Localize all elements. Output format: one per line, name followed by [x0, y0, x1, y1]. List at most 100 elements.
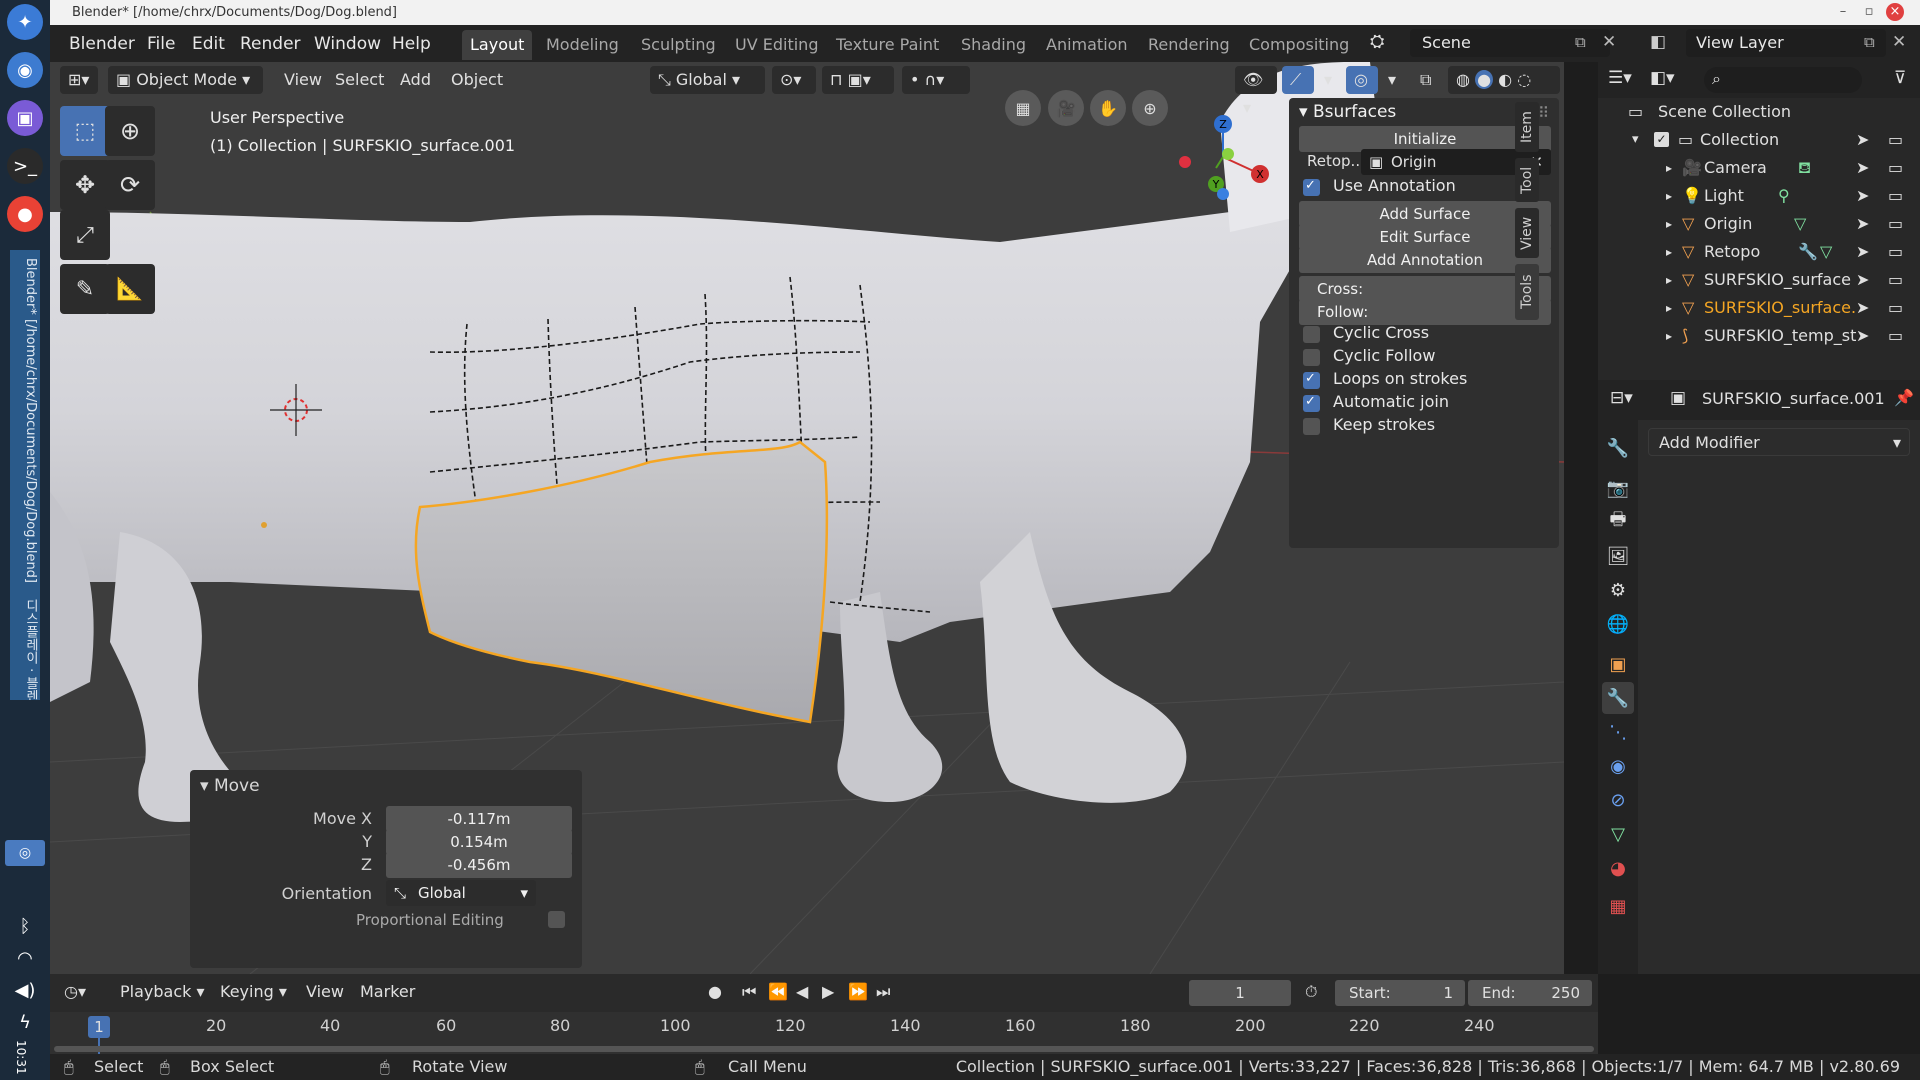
zoom-view-icon[interactable]: ⊕	[1132, 90, 1168, 126]
material-shading-icon[interactable]: ◐	[1498, 70, 1512, 89]
measure-tool[interactable]: 📐	[105, 264, 155, 314]
files-icon[interactable]: ▣	[7, 100, 43, 136]
material-properties-icon[interactable]: ◕	[1602, 852, 1634, 884]
move-panel-header[interactable]: ▾ Move	[200, 776, 260, 796]
follow-field[interactable]: Follow: 1	[1299, 299, 1551, 325]
shading-modes[interactable]: ◍ ● ◐ ◌	[1448, 66, 1560, 94]
automatic-join-checkbox[interactable]	[1303, 394, 1320, 412]
use-annotation-checkbox[interactable]	[1303, 178, 1320, 196]
mesh-data-properties-icon[interactable]: ▽	[1602, 818, 1634, 850]
solid-shading-icon[interactable]: ●	[1475, 70, 1494, 89]
menu-file[interactable]: File	[141, 32, 181, 56]
retopo-selectable-icon[interactable]: ➤	[1856, 238, 1869, 266]
delete-view-layer-icon[interactable]: ✕	[1892, 32, 1906, 52]
output-properties-icon[interactable]: 🖶	[1602, 506, 1634, 538]
visibility-button[interactable]: 👁▾	[1235, 66, 1277, 117]
tab-sculpting[interactable]: Sculpting	[633, 30, 724, 60]
scene-icon[interactable]: ⛭	[1370, 31, 1384, 52]
outliner-row-light[interactable]: ▸ 💡 Light ⚲ ➤ ▭	[1598, 182, 1920, 210]
gizmo-neg-y[interactable]	[1222, 148, 1234, 160]
loops-on-strokes-checkbox[interactable]	[1303, 371, 1320, 389]
sidebar-tab-tool[interactable]: Tool	[1515, 158, 1539, 202]
new-scene-icon[interactable]: ⧉	[1575, 33, 1586, 51]
browser-icon[interactable]: ◉	[7, 52, 43, 88]
expand-camera-icon[interactable]: ▸	[1666, 154, 1672, 182]
surfskio-001-visibility-icon[interactable]: ▭	[1888, 294, 1903, 322]
move-z-field[interactable]: -0.456m	[386, 852, 572, 878]
play-icon[interactable]: ▶	[822, 982, 834, 1001]
terminal-icon[interactable]: >_	[7, 148, 43, 184]
move-orientation-dropdown[interactable]: ⤡ Global ▾	[386, 880, 536, 906]
tab-rendering[interactable]: Rendering	[1140, 30, 1238, 60]
wireframe-shading-icon[interactable]: ◍	[1456, 70, 1470, 89]
surfskio-selectable-icon[interactable]: ➤	[1856, 266, 1869, 294]
outliner-row-retopo[interactable]: ▸ ▽ Retopo 🔧 ▽ ➤ ▭	[1598, 238, 1920, 266]
camera-visibility-icon[interactable]: ▭	[1888, 154, 1903, 182]
proportional-editing-checkbox[interactable]	[548, 911, 565, 928]
menu-view[interactable]: View	[276, 66, 330, 94]
scale-tool[interactable]: ⤢	[60, 210, 110, 260]
pivot-point-button[interactable]: ⊙▾	[772, 66, 816, 94]
editor-type-button[interactable]: ⊞▾	[60, 66, 98, 94]
volume-icon[interactable]: ◀)	[7, 972, 43, 1008]
sidebar-tab-item[interactable]: Item	[1515, 102, 1539, 152]
texture-properties-icon[interactable]: ▦	[1602, 890, 1634, 922]
current-frame-field[interactable]: 1	[1189, 980, 1291, 1006]
cursor-tool[interactable]: ⊕	[105, 106, 155, 156]
menu-blender[interactable]: Blender	[63, 32, 141, 56]
expand-surfskio-icon[interactable]: ▸	[1666, 266, 1672, 294]
menu-help[interactable]: Help	[386, 32, 437, 56]
tab-layout[interactable]: Layout	[462, 30, 533, 60]
camera-selectable-icon[interactable]: ➤	[1856, 154, 1869, 182]
rotate-tool[interactable]: ⟳	[105, 160, 155, 210]
outliner-search-input[interactable]: ⌕	[1704, 67, 1862, 93]
properties-editor-type-icon[interactable]: ⊟▾	[1610, 388, 1633, 408]
rendered-shading-icon[interactable]: ◌	[1517, 70, 1531, 89]
jump-next-keyframe-icon[interactable]: ⏩	[848, 982, 868, 1001]
play-reverse-icon[interactable]: ◀	[796, 982, 808, 1001]
new-view-layer-icon[interactable]: ⧉	[1864, 33, 1875, 51]
world-properties-icon[interactable]: 🌐	[1602, 608, 1634, 640]
wifi-icon[interactable]: ◠	[7, 940, 43, 976]
move-tool[interactable]: ✥	[60, 160, 110, 210]
minimize-icon[interactable]: –	[1834, 3, 1852, 21]
bsurfaces-header[interactable]: ▾ Bsurfaces	[1299, 102, 1396, 122]
modifier-properties-icon[interactable]: 🔧	[1602, 682, 1634, 714]
tab-animation[interactable]: Animation	[1038, 30, 1136, 60]
tab-texture-paint[interactable]: Texture Paint	[828, 30, 947, 60]
end-frame-field[interactable]: End: 250	[1468, 980, 1592, 1006]
overlay-dropdown[interactable]: ▾	[1380, 66, 1402, 94]
jump-start-icon[interactable]: ⏮	[742, 982, 756, 1002]
visibility-icon[interactable]: ▭	[1888, 126, 1903, 154]
expand-retopo-icon[interactable]: ▸	[1666, 238, 1672, 266]
jump-prev-keyframe-icon[interactable]: ⏪	[768, 982, 788, 1001]
tab-uv-editing[interactable]: UV Editing	[727, 30, 826, 60]
expand-origin-icon[interactable]: ▸	[1666, 210, 1672, 238]
tab-modeling[interactable]: Modeling	[538, 30, 627, 60]
outliner-row-surfskio-surface[interactable]: ▸ ▽ SURFSKIO_surface ➤ ▭	[1598, 266, 1920, 294]
render-properties-icon[interactable]: 📷	[1602, 472, 1634, 504]
cyclic-follow-checkbox[interactable]	[1303, 349, 1320, 366]
cyclic-cross-checkbox[interactable]	[1303, 326, 1320, 343]
3d-viewport[interactable]: ⊞▾ ▣ Object Mode ▾ View Select Add Objec…	[50, 62, 1564, 974]
jump-end-icon[interactable]: ⏭	[876, 982, 890, 1002]
particles-properties-icon[interactable]: ⋱	[1602, 716, 1634, 748]
expand-light-icon[interactable]: ▸	[1666, 182, 1672, 210]
timeline-scrollbar[interactable]	[54, 1046, 1594, 1052]
tab-shading[interactable]: Shading	[953, 30, 1034, 60]
tool-properties-icon[interactable]: 🔧	[1602, 432, 1634, 464]
scene-properties-icon[interactable]: ⚙	[1602, 574, 1634, 606]
sidebar-tab-view[interactable]: View	[1515, 208, 1539, 258]
proportional-editing-button[interactable]: • ∩▾	[902, 66, 970, 94]
annotate-tool[interactable]: ✎	[60, 264, 110, 314]
menu-timeline-view[interactable]: View	[306, 982, 344, 1001]
outliner-row-collection[interactable]: ▾ ✓ ▭ Collection ➤ ▭	[1598, 126, 1920, 154]
surfskio-temp-visibility-icon[interactable]: ▭	[1888, 322, 1903, 350]
transform-orientation[interactable]: ⤡ Global ▾	[650, 66, 765, 94]
close-icon[interactable]: ×	[1886, 3, 1904, 21]
outliner-row-scene-collection[interactable]: ▭ Scene Collection	[1598, 98, 1920, 126]
tab-compositing[interactable]: Compositing	[1241, 30, 1357, 60]
surfskio-temp-selectable-icon[interactable]: ➤	[1856, 322, 1869, 350]
keep-strokes-checkbox[interactable]	[1303, 418, 1320, 435]
delete-scene-icon[interactable]: ✕	[1602, 32, 1616, 52]
